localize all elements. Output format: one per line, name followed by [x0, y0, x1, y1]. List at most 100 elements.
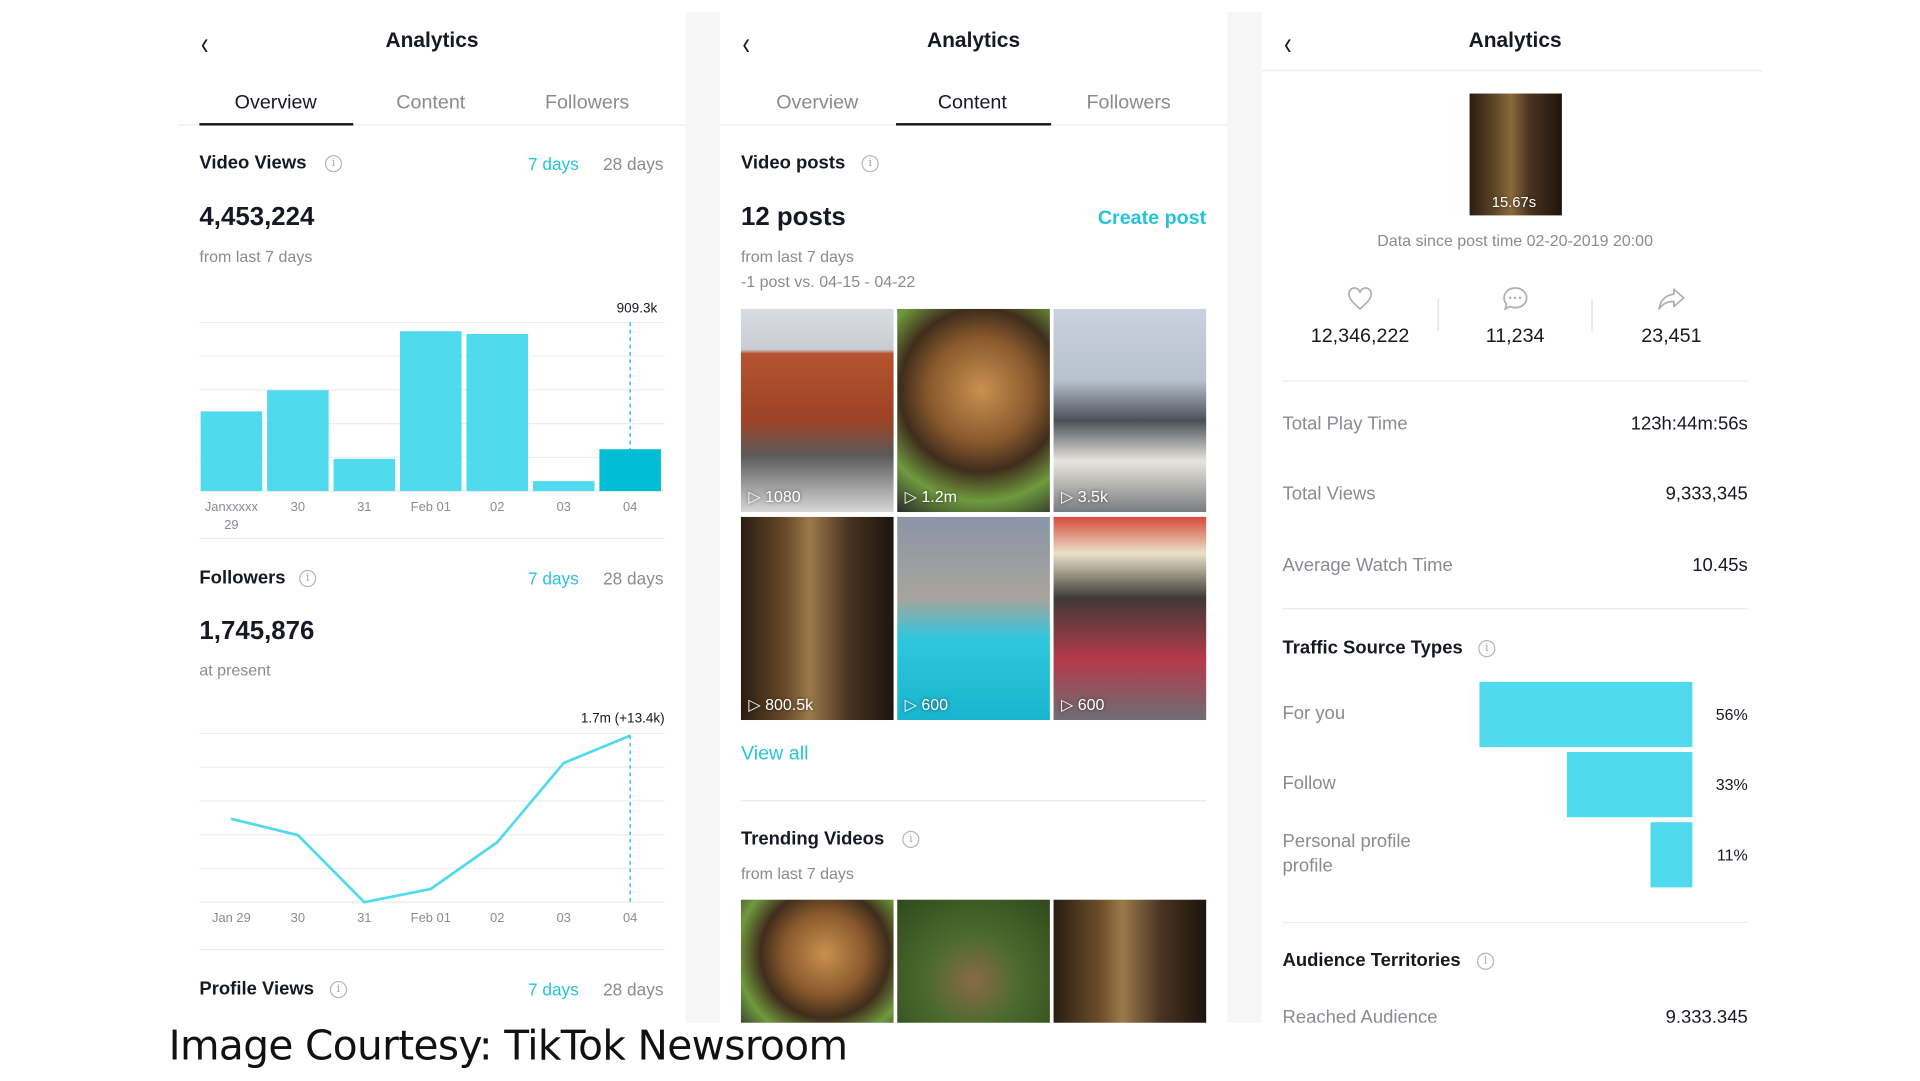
stat-separator	[1437, 299, 1439, 332]
play-icon: ▷	[1060, 695, 1078, 714]
comments-count: 11,234	[1485, 326, 1545, 348]
video-post-thumbnail[interactable]: ▷ 1080	[740, 308, 894, 513]
bar[interactable]	[267, 390, 329, 492]
info-icon[interactable]: i	[324, 155, 343, 173]
traffic-percent: 11%	[1716, 845, 1748, 865]
panel-gap	[1227, 12, 1262, 1023]
bar[interactable]	[466, 333, 529, 492]
create-post-link[interactable]: Create post	[1098, 208, 1206, 230]
tab-overview[interactable]: Overview	[235, 92, 317, 114]
tab-followers[interactable]: Followers	[1087, 92, 1171, 114]
video-post-thumbnail[interactable]: ▷ 1.2m	[897, 308, 1050, 513]
range-28-days[interactable]: 28 days	[603, 154, 663, 174]
video-post-thumbnail[interactable]: ▷ 3.5k	[1053, 308, 1207, 513]
section-divider	[740, 800, 1207, 802]
content-panel: ‹ Analytics Overview Content Followers V…	[720, 12, 1228, 1023]
comment-icon	[1503, 287, 1528, 311]
back-chevron-icon[interactable]: ‹	[1284, 25, 1291, 63]
x-tick-label: Janxxxxx	[205, 499, 259, 514]
avg-watch-time-label: Average Watch Time	[1282, 555, 1453, 577]
back-chevron-icon[interactable]: ‹	[201, 25, 208, 63]
bar[interactable]	[333, 458, 396, 492]
video-post-thumbnail[interactable]: ▷ 600	[1053, 516, 1207, 721]
data-point[interactable]	[496, 841, 498, 843]
x-tick-label: 30	[291, 910, 305, 925]
range-7-days[interactable]: 7 days	[528, 154, 579, 174]
profile-views-heading: Profile Views	[199, 978, 314, 1000]
bar[interactable]	[200, 411, 263, 492]
range-28-days[interactable]: 28 days	[603, 569, 663, 589]
range-7-days[interactable]: 7 days	[528, 980, 579, 1000]
total-play-time-value: 123h:44m:56s	[1630, 413, 1748, 435]
video-post-thumbnail[interactable]: ▷ 800.5k	[740, 516, 894, 721]
tab-followers[interactable]: Followers	[545, 92, 629, 114]
followers-series-line	[231, 734, 631, 904]
posts-comparison: -1 post vs. 04-15 - 04-22	[740, 272, 916, 291]
x-tick-label: Feb 01	[411, 499, 451, 514]
data-point[interactable]	[363, 901, 365, 903]
shares-count: 23,451	[1641, 326, 1702, 348]
data-point[interactable]	[230, 818, 233, 820]
play-icon: ▷	[904, 487, 922, 506]
section-divider	[199, 948, 665, 951]
followers-value: 1,745,876	[199, 616, 315, 645]
tab-overview[interactable]: Overview	[776, 92, 858, 114]
trending-video-thumbnail[interactable]	[897, 899, 1050, 1023]
trending-video-thumbnail[interactable]	[1053, 899, 1207, 1023]
data-point[interactable]	[297, 834, 299, 836]
data-point[interactable]	[430, 888, 432, 890]
audience-heading: Audience Territories	[1282, 950, 1461, 972]
video-views-heading: Video Views	[199, 152, 307, 174]
tab-content[interactable]: Content	[938, 92, 1007, 114]
peak-label: 1.7m (+13.4k)	[581, 710, 665, 725]
info-icon[interactable]: i	[902, 830, 920, 849]
share-icon	[1658, 288, 1685, 310]
info-icon[interactable]: i	[299, 569, 317, 588]
view-all-link[interactable]: View all	[741, 743, 809, 765]
play-count-value: 1.2m	[921, 487, 957, 506]
info-icon[interactable]: i	[1476, 952, 1495, 970]
traffic-heading: Traffic Source Types	[1282, 637, 1463, 659]
stat-separator	[1591, 299, 1593, 332]
image-caption: Image Courtesy: TikTok Newsroom	[168, 1021, 848, 1070]
stage: ‹ Analytics Overview Content Followers V…	[0, 0, 1920, 1081]
video-thumbnail[interactable]: 15.67s	[1469, 93, 1562, 216]
play-count-value: 3.5k	[1077, 487, 1108, 506]
range-7-days[interactable]: 7 days	[528, 569, 579, 589]
x-tick-label: 31	[357, 499, 371, 514]
play-count-value: 1080	[765, 487, 801, 506]
page-title: Analytics	[927, 28, 1021, 52]
section-divider	[1282, 921, 1748, 924]
info-icon[interactable]: i	[329, 980, 348, 999]
x-tick-label: 30	[291, 499, 305, 514]
trending-video-thumbnail[interactable]	[740, 899, 894, 1023]
tab-content[interactable]: Content	[396, 92, 465, 114]
reached-audience-label: Reached Audience	[1282, 1006, 1438, 1023]
traffic-source-label: For you	[1282, 702, 1346, 724]
bar[interactable]	[532, 481, 595, 492]
data-point[interactable]	[563, 762, 565, 764]
bar[interactable]	[599, 449, 661, 492]
video-posts-heading: Video posts	[740, 152, 846, 174]
traffic-percent: 33%	[1715, 775, 1748, 794]
traffic-bar	[1479, 681, 1693, 748]
info-icon[interactable]: i	[1478, 640, 1496, 658]
total-play-time-label: Total Play Time	[1282, 413, 1408, 435]
section-divider	[199, 537, 665, 540]
range-28-days[interactable]: 28 days	[603, 980, 663, 1000]
video-views-value: 4,453,224	[199, 203, 315, 232]
peak-label: 909.3k	[617, 301, 658, 316]
back-chevron-icon[interactable]: ‹	[743, 25, 750, 63]
total-views-label: Total Views	[1282, 483, 1376, 505]
video-views-caption: from last 7 days	[199, 247, 313, 266]
traffic-percent: 56%	[1715, 705, 1748, 724]
data-since: Data since post time 02-20-2019 20:00	[1377, 231, 1653, 250]
bar[interactable]	[400, 331, 462, 492]
video-post-thumbnail[interactable]: ▷ 600	[897, 516, 1050, 721]
x-tick-label: 29	[224, 517, 238, 532]
posts-caption: from last 7 days	[740, 247, 854, 266]
info-icon[interactable]: i	[861, 155, 879, 173]
traffic-bar	[1566, 752, 1693, 818]
play-icon: ▷	[748, 695, 766, 714]
play-count: ▷ 1080	[748, 487, 800, 507]
